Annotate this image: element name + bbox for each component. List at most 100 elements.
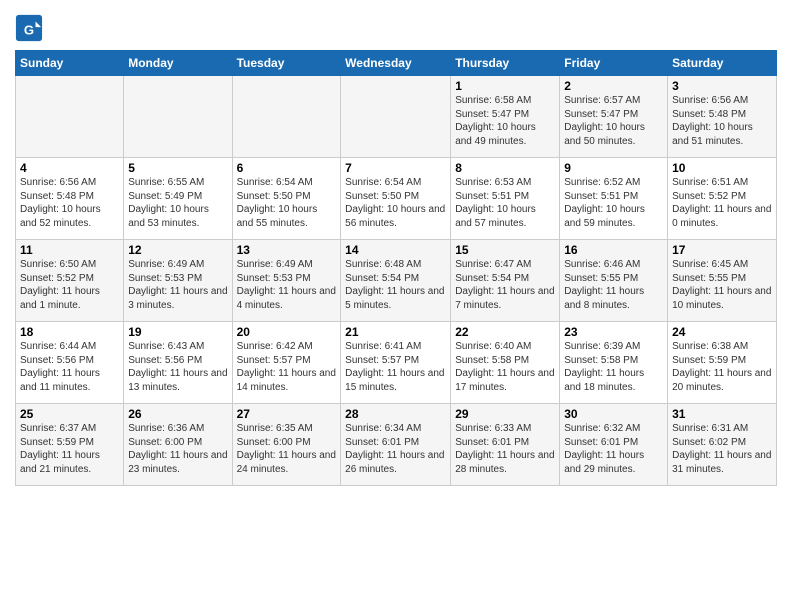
day-number: 29 bbox=[455, 407, 555, 421]
calendar-cell: 31Sunrise: 6:31 AM Sunset: 6:02 PM Dayli… bbox=[668, 404, 777, 486]
day-number: 20 bbox=[237, 325, 337, 339]
calendar-cell: 11Sunrise: 6:50 AM Sunset: 5:52 PM Dayli… bbox=[16, 240, 124, 322]
day-info: Sunrise: 6:57 AM Sunset: 5:47 PM Dayligh… bbox=[564, 94, 663, 148]
day-number: 31 bbox=[672, 407, 772, 421]
day-number: 19 bbox=[128, 325, 227, 339]
logo-icon: G bbox=[15, 14, 43, 42]
day-info: Sunrise: 6:36 AM Sunset: 6:00 PM Dayligh… bbox=[128, 422, 227, 476]
day-number: 27 bbox=[237, 407, 337, 421]
calendar-cell: 16Sunrise: 6:46 AM Sunset: 5:55 PM Dayli… bbox=[560, 240, 668, 322]
calendar-cell: 28Sunrise: 6:34 AM Sunset: 6:01 PM Dayli… bbox=[341, 404, 451, 486]
calendar-cell: 17Sunrise: 6:45 AM Sunset: 5:55 PM Dayli… bbox=[668, 240, 777, 322]
day-info: Sunrise: 6:39 AM Sunset: 5:58 PM Dayligh… bbox=[564, 340, 663, 394]
calendar-cell: 3Sunrise: 6:56 AM Sunset: 5:48 PM Daylig… bbox=[668, 76, 777, 158]
day-info: Sunrise: 6:50 AM Sunset: 5:52 PM Dayligh… bbox=[20, 258, 119, 312]
day-info: Sunrise: 6:35 AM Sunset: 6:00 PM Dayligh… bbox=[237, 422, 337, 476]
day-info: Sunrise: 6:43 AM Sunset: 5:56 PM Dayligh… bbox=[128, 340, 227, 394]
day-info: Sunrise: 6:55 AM Sunset: 5:49 PM Dayligh… bbox=[128, 176, 227, 230]
logo: G bbox=[15, 14, 45, 42]
day-info: Sunrise: 6:40 AM Sunset: 5:58 PM Dayligh… bbox=[455, 340, 555, 394]
day-number: 13 bbox=[237, 243, 337, 257]
day-number: 23 bbox=[564, 325, 663, 339]
calendar-cell bbox=[341, 76, 451, 158]
day-number: 21 bbox=[345, 325, 446, 339]
calendar-cell: 22Sunrise: 6:40 AM Sunset: 5:58 PM Dayli… bbox=[451, 322, 560, 404]
day-number: 12 bbox=[128, 243, 227, 257]
calendar-cell: 29Sunrise: 6:33 AM Sunset: 6:01 PM Dayli… bbox=[451, 404, 560, 486]
calendar-cell: 19Sunrise: 6:43 AM Sunset: 5:56 PM Dayli… bbox=[124, 322, 232, 404]
day-info: Sunrise: 6:52 AM Sunset: 5:51 PM Dayligh… bbox=[564, 176, 663, 230]
calendar-cell: 10Sunrise: 6:51 AM Sunset: 5:52 PM Dayli… bbox=[668, 158, 777, 240]
weekday-header: Tuesday bbox=[232, 51, 341, 76]
day-info: Sunrise: 6:37 AM Sunset: 5:59 PM Dayligh… bbox=[20, 422, 119, 476]
day-number: 15 bbox=[455, 243, 555, 257]
day-info: Sunrise: 6:49 AM Sunset: 5:53 PM Dayligh… bbox=[128, 258, 227, 312]
day-number: 6 bbox=[237, 161, 337, 175]
weekday-header: Friday bbox=[560, 51, 668, 76]
day-number: 5 bbox=[128, 161, 227, 175]
day-info: Sunrise: 6:54 AM Sunset: 5:50 PM Dayligh… bbox=[237, 176, 337, 230]
day-number: 8 bbox=[455, 161, 555, 175]
day-info: Sunrise: 6:54 AM Sunset: 5:50 PM Dayligh… bbox=[345, 176, 446, 230]
header: G bbox=[15, 10, 777, 42]
day-number: 10 bbox=[672, 161, 772, 175]
day-info: Sunrise: 6:44 AM Sunset: 5:56 PM Dayligh… bbox=[20, 340, 119, 394]
day-number: 2 bbox=[564, 79, 663, 93]
calendar-cell bbox=[16, 76, 124, 158]
calendar-cell: 24Sunrise: 6:38 AM Sunset: 5:59 PM Dayli… bbox=[668, 322, 777, 404]
day-info: Sunrise: 6:32 AM Sunset: 6:01 PM Dayligh… bbox=[564, 422, 663, 476]
svg-text:G: G bbox=[24, 23, 34, 38]
day-info: Sunrise: 6:47 AM Sunset: 5:54 PM Dayligh… bbox=[455, 258, 555, 312]
calendar-cell: 20Sunrise: 6:42 AM Sunset: 5:57 PM Dayli… bbox=[232, 322, 341, 404]
calendar-cell: 8Sunrise: 6:53 AM Sunset: 5:51 PM Daylig… bbox=[451, 158, 560, 240]
page-container: G SundayMondayTuesdayWednesdayThursdayFr… bbox=[0, 0, 792, 496]
calendar-cell: 9Sunrise: 6:52 AM Sunset: 5:51 PM Daylig… bbox=[560, 158, 668, 240]
day-info: Sunrise: 6:58 AM Sunset: 5:47 PM Dayligh… bbox=[455, 94, 555, 148]
calendar-cell: 23Sunrise: 6:39 AM Sunset: 5:58 PM Dayli… bbox=[560, 322, 668, 404]
day-number: 22 bbox=[455, 325, 555, 339]
day-number: 18 bbox=[20, 325, 119, 339]
calendar-week-row: 11Sunrise: 6:50 AM Sunset: 5:52 PM Dayli… bbox=[16, 240, 777, 322]
day-number: 28 bbox=[345, 407, 446, 421]
day-info: Sunrise: 6:48 AM Sunset: 5:54 PM Dayligh… bbox=[345, 258, 446, 312]
day-number: 24 bbox=[672, 325, 772, 339]
weekday-header: Saturday bbox=[668, 51, 777, 76]
day-number: 26 bbox=[128, 407, 227, 421]
calendar-week-row: 25Sunrise: 6:37 AM Sunset: 5:59 PM Dayli… bbox=[16, 404, 777, 486]
calendar-cell: 2Sunrise: 6:57 AM Sunset: 5:47 PM Daylig… bbox=[560, 76, 668, 158]
day-number: 7 bbox=[345, 161, 446, 175]
day-info: Sunrise: 6:38 AM Sunset: 5:59 PM Dayligh… bbox=[672, 340, 772, 394]
calendar-week-row: 4Sunrise: 6:56 AM Sunset: 5:48 PM Daylig… bbox=[16, 158, 777, 240]
calendar-cell: 7Sunrise: 6:54 AM Sunset: 5:50 PM Daylig… bbox=[341, 158, 451, 240]
calendar-week-row: 18Sunrise: 6:44 AM Sunset: 5:56 PM Dayli… bbox=[16, 322, 777, 404]
calendar-cell: 5Sunrise: 6:55 AM Sunset: 5:49 PM Daylig… bbox=[124, 158, 232, 240]
weekday-header: Thursday bbox=[451, 51, 560, 76]
calendar-cell: 26Sunrise: 6:36 AM Sunset: 6:00 PM Dayli… bbox=[124, 404, 232, 486]
calendar-cell: 1Sunrise: 6:58 AM Sunset: 5:47 PM Daylig… bbox=[451, 76, 560, 158]
weekday-header: Wednesday bbox=[341, 51, 451, 76]
day-info: Sunrise: 6:46 AM Sunset: 5:55 PM Dayligh… bbox=[564, 258, 663, 312]
calendar-cell: 18Sunrise: 6:44 AM Sunset: 5:56 PM Dayli… bbox=[16, 322, 124, 404]
calendar-week-row: 1Sunrise: 6:58 AM Sunset: 5:47 PM Daylig… bbox=[16, 76, 777, 158]
calendar-cell: 15Sunrise: 6:47 AM Sunset: 5:54 PM Dayli… bbox=[451, 240, 560, 322]
calendar-cell bbox=[124, 76, 232, 158]
calendar-cell: 13Sunrise: 6:49 AM Sunset: 5:53 PM Dayli… bbox=[232, 240, 341, 322]
day-number: 3 bbox=[672, 79, 772, 93]
day-info: Sunrise: 6:51 AM Sunset: 5:52 PM Dayligh… bbox=[672, 176, 772, 230]
day-info: Sunrise: 6:56 AM Sunset: 5:48 PM Dayligh… bbox=[672, 94, 772, 148]
day-info: Sunrise: 6:41 AM Sunset: 5:57 PM Dayligh… bbox=[345, 340, 446, 394]
calendar-cell: 14Sunrise: 6:48 AM Sunset: 5:54 PM Dayli… bbox=[341, 240, 451, 322]
day-info: Sunrise: 6:49 AM Sunset: 5:53 PM Dayligh… bbox=[237, 258, 337, 312]
calendar-cell: 27Sunrise: 6:35 AM Sunset: 6:00 PM Dayli… bbox=[232, 404, 341, 486]
calendar-cell: 21Sunrise: 6:41 AM Sunset: 5:57 PM Dayli… bbox=[341, 322, 451, 404]
calendar-cell: 6Sunrise: 6:54 AM Sunset: 5:50 PM Daylig… bbox=[232, 158, 341, 240]
day-info: Sunrise: 6:45 AM Sunset: 5:55 PM Dayligh… bbox=[672, 258, 772, 312]
day-number: 4 bbox=[20, 161, 119, 175]
calendar-header-row: SundayMondayTuesdayWednesdayThursdayFrid… bbox=[16, 51, 777, 76]
day-number: 9 bbox=[564, 161, 663, 175]
calendar-cell: 30Sunrise: 6:32 AM Sunset: 6:01 PM Dayli… bbox=[560, 404, 668, 486]
calendar-cell: 25Sunrise: 6:37 AM Sunset: 5:59 PM Dayli… bbox=[16, 404, 124, 486]
day-info: Sunrise: 6:31 AM Sunset: 6:02 PM Dayligh… bbox=[672, 422, 772, 476]
day-info: Sunrise: 6:34 AM Sunset: 6:01 PM Dayligh… bbox=[345, 422, 446, 476]
calendar-cell: 12Sunrise: 6:49 AM Sunset: 5:53 PM Dayli… bbox=[124, 240, 232, 322]
